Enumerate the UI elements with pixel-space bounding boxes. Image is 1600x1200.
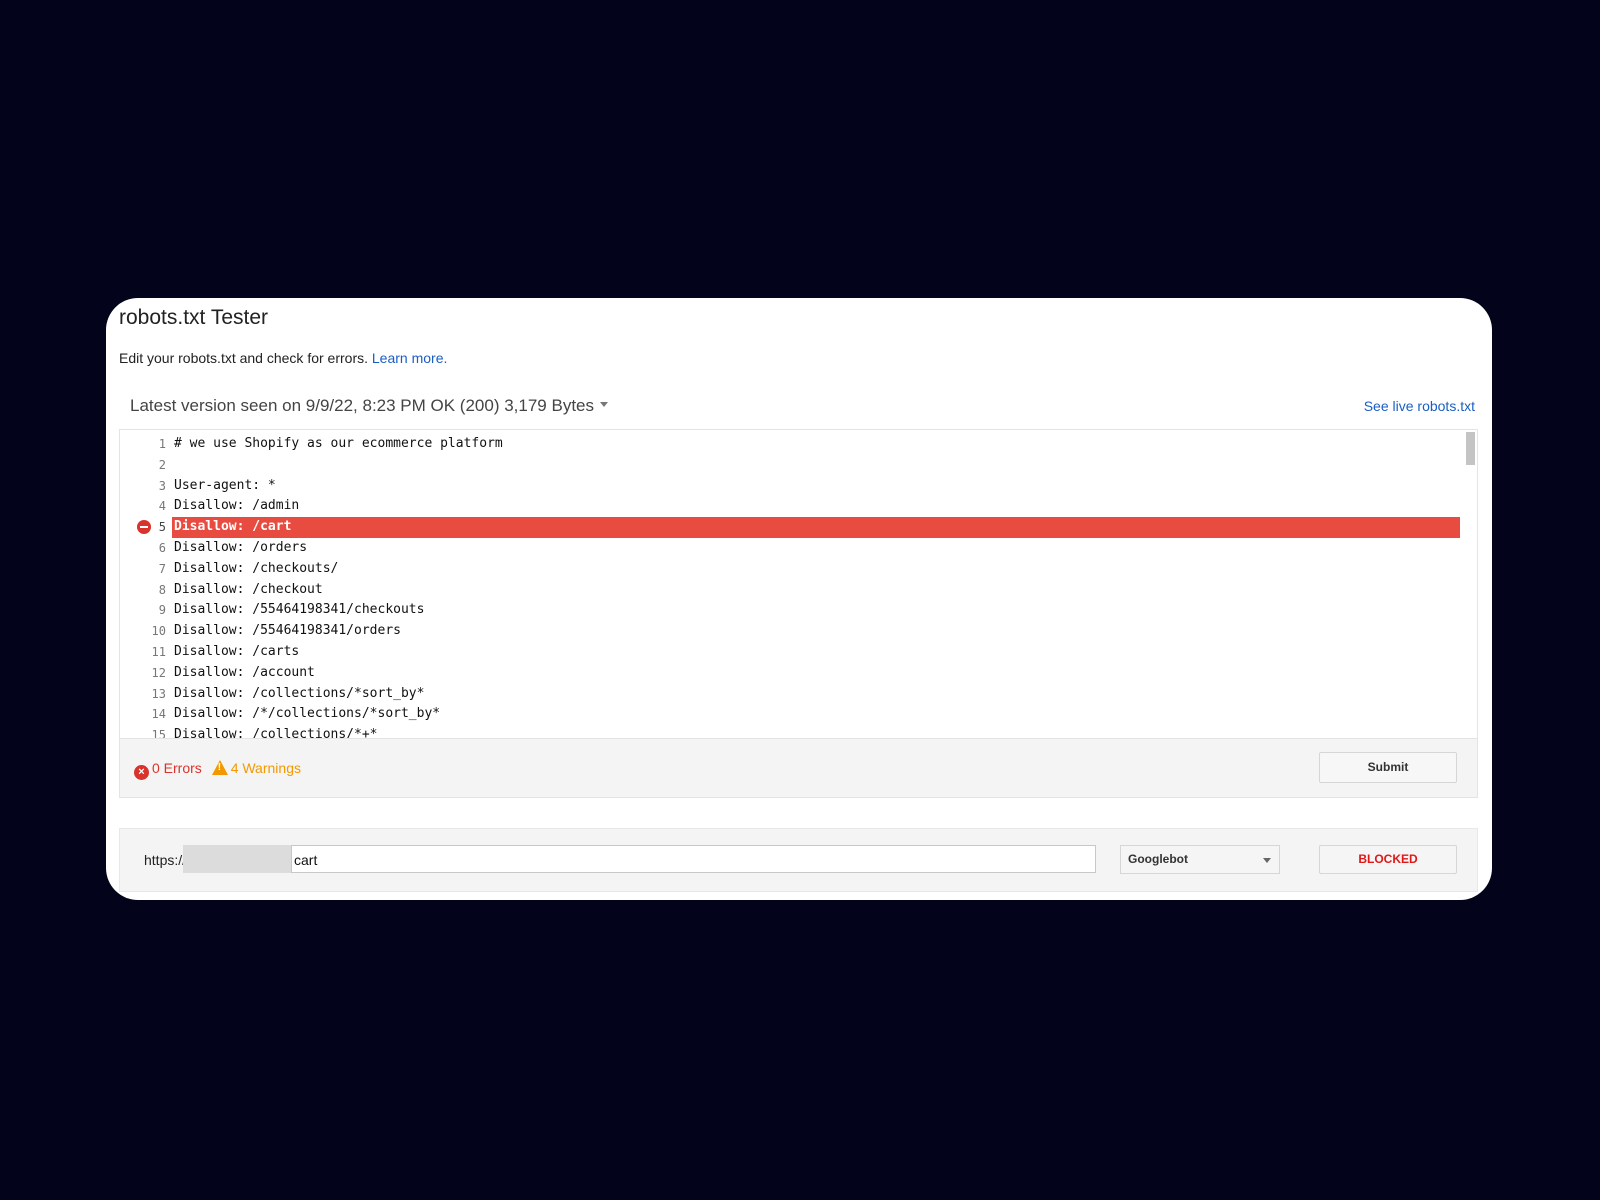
code-line[interactable]: 11 Disallow: /carts (120, 642, 1460, 663)
code-line-blocked[interactable]: 5 Disallow: /cart (120, 517, 1460, 538)
test-url-input[interactable]: cart (291, 845, 1096, 873)
line-text: Disallow: /orders (174, 539, 308, 555)
line-number: 3 (158, 478, 166, 493)
line-text: Disallow: /collections/*sort_by* (174, 685, 425, 701)
line-text: # we use Shopify as our ecommerce platfo… (174, 436, 503, 451)
issue-counts: × 0 Errors ! 4 Warnings (134, 760, 301, 780)
version-dropdown[interactable]: Latest version seen on 9/9/22, 8:23 PM O… (130, 396, 608, 416)
scrollbar-thumb[interactable] (1466, 432, 1475, 465)
line-text: Disallow: /admin (174, 498, 300, 514)
version-label: Latest version seen on 9/9/22, 8:23 PM O… (130, 396, 594, 415)
url-test-bar: https:// cart Googlebot BLOCKED (119, 828, 1478, 892)
learn-more-link[interactable]: Learn more. (372, 350, 447, 366)
line-number: 1 (158, 437, 166, 451)
robots-tester-panel: robots.txt Tester Edit your robots.txt a… (106, 298, 1492, 900)
code-line[interactable]: 9 Disallow: /55464198341/checkouts (120, 600, 1460, 621)
robots-editor[interactable]: 1 # we use Shopify as our ecommerce platf… (119, 429, 1478, 739)
code-line[interactable]: 3 User-agent: * (120, 476, 1460, 497)
code-lines: 1 # we use Shopify as our ecommerce platf… (120, 434, 1460, 739)
error-circle-icon: × (134, 765, 149, 780)
line-number: 8 (158, 582, 166, 597)
test-result-button[interactable]: BLOCKED (1319, 845, 1457, 874)
warning-triangle-icon: ! (211, 760, 228, 775)
code-line[interactable]: 13 Disallow: /collections/*sort_by* (120, 684, 1460, 705)
editor-scrollbar[interactable] (1463, 430, 1477, 739)
line-text: Disallow: /checkout (174, 581, 323, 597)
line-number: 14 (151, 707, 166, 722)
line-text: Disallow: /checkouts/ (174, 560, 339, 576)
line-text: Disallow: /account (174, 664, 315, 680)
code-line[interactable]: 10 Disallow: /55464198341/orders (120, 621, 1460, 642)
warnings-group[interactable]: ! 4 Warnings (211, 760, 301, 776)
code-line[interactable]: 4 Disallow: /admin (120, 496, 1460, 517)
code-line[interactable]: 7 Disallow: /checkouts/ (120, 559, 1460, 580)
url-prefix: https:// (144, 852, 187, 868)
line-text: User-agent: * (174, 477, 276, 493)
errors-count[interactable]: 0 Errors (152, 760, 202, 776)
see-live-robots-link[interactable]: See live robots.txt (1364, 398, 1475, 414)
line-number: 4 (158, 499, 166, 514)
line-number: 13 (151, 686, 166, 701)
page-title: robots.txt Tester (119, 306, 269, 329)
code-line[interactable]: 8 Disallow: /checkout (120, 580, 1460, 601)
line-text: Disallow: /cart (172, 517, 1460, 538)
line-number: 9 (158, 603, 166, 618)
line-number: 6 (158, 540, 166, 555)
code-line[interactable]: 6 Disallow: /orders (120, 538, 1460, 559)
line-number: 12 (151, 665, 166, 680)
caret-down-icon (600, 402, 608, 408)
line-text: Disallow: /55464198341/checkouts (174, 602, 425, 618)
user-agent-select[interactable]: Googlebot (1120, 845, 1280, 874)
line-text: Disallow: /*/collections/*sort_by* (174, 706, 441, 722)
user-agent-value: Googlebot (1128, 852, 1188, 866)
line-text: Disallow: /55464198341/orders (174, 623, 401, 639)
line-number: 5 (158, 520, 166, 535)
code-line[interactable]: 2 (120, 455, 1460, 476)
redacted-domain (183, 845, 291, 873)
description-text: Edit your robots.txt and check for error… (119, 350, 368, 366)
code-line[interactable]: 1 # we use Shopify as our ecommerce platf… (120, 434, 1460, 455)
status-bar: × 0 Errors ! 4 Warnings Submit (119, 738, 1478, 798)
line-number: 10 (151, 624, 166, 639)
warnings-count: 4 Warnings (230, 760, 301, 776)
line-text: Disallow: /collections/*+* (174, 727, 378, 739)
line-number: 11 (151, 644, 166, 659)
chevron-down-icon (1263, 858, 1271, 863)
line-number: 15 (151, 728, 166, 739)
line-text: Disallow: /carts (174, 643, 300, 659)
submit-button[interactable]: Submit (1319, 752, 1457, 783)
page-description: Edit your robots.txt and check for error… (119, 350, 447, 366)
code-line[interactable]: 14 Disallow: /*/collections/*sort_by* (120, 704, 1460, 725)
code-line[interactable]: 12 Disallow: /account (120, 663, 1460, 684)
line-number: 2 (158, 457, 166, 472)
code-line[interactable]: 15 Disallow: /collections/*+* (120, 725, 1460, 739)
line-number: 7 (158, 561, 166, 576)
